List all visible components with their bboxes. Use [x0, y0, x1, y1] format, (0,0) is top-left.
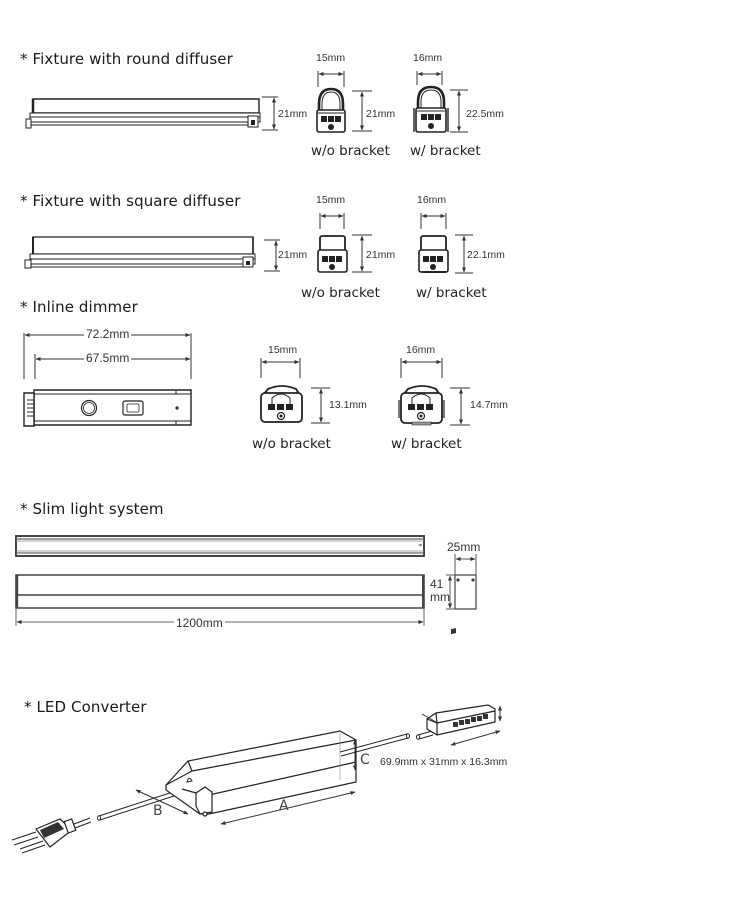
inline-dimmer-heading: * Inline dimmer	[20, 298, 138, 316]
dimmer-led-indicator	[175, 406, 179, 410]
round-wo-bracket-section	[317, 89, 345, 132]
round-w-bracket-section	[414, 87, 448, 132]
junction-box-dimensions-label: 69.9mm x 31mm x 16.3mm	[380, 756, 508, 768]
dimmer-wo-caption: w/o bracket	[252, 436, 331, 452]
square-wo-bracket-section	[318, 236, 347, 272]
round-w-height-label: 22.5mm	[466, 108, 504, 120]
slim-side-view	[16, 575, 424, 608]
dimmer-wo-height-label: 13.1mm	[329, 399, 367, 411]
slim-width-label: 25mm	[447, 540, 481, 554]
square-w-bracket-section	[419, 236, 448, 272]
slim-height-unit: mm	[430, 590, 450, 604]
slim-top-view	[16, 536, 424, 556]
dimmer-side-view	[24, 390, 191, 426]
dimmer-w-caption: w/ bracket	[391, 436, 462, 452]
converter-plug	[12, 818, 91, 853]
round-side-height-label: 21mm	[278, 108, 308, 120]
dimmer-body-length-label: 67.5mm	[84, 351, 132, 365]
round-wo-caption: w/o bracket	[311, 143, 390, 159]
round-w-caption: w/ bracket	[410, 143, 481, 159]
square-w-width-label: 16mm	[417, 194, 447, 206]
round-w-width-label: 16mm	[413, 52, 443, 64]
round-side-height-dimension	[262, 97, 278, 130]
square-side-height-label: 21mm	[278, 249, 308, 261]
dimmer-w-width-label: 16mm	[406, 344, 436, 356]
converter-label-a: A	[279, 798, 289, 814]
square-wo-height-label: 21mm	[366, 249, 396, 261]
dimmer-w-height-label: 14.7mm	[470, 399, 508, 411]
slim-height-value: 41	[430, 577, 444, 591]
round-wo-height-label: 21mm	[366, 108, 396, 120]
dimmer-overall-length-label: 72.2mm	[84, 327, 132, 341]
dimmer-w-bracket-section	[399, 386, 444, 425]
square-w-caption: w/ bracket	[416, 285, 487, 301]
slim-light-heading: * Slim light system	[20, 500, 164, 518]
dimmer-wo-width-label: 15mm	[268, 344, 298, 356]
converter-label-b: B	[153, 803, 163, 819]
dimmer-wo-bracket-section	[261, 386, 302, 422]
square-w-height-label: 22.1mm	[467, 249, 505, 261]
square-diffuser-heading: * Fixture with square diffuser	[20, 192, 241, 210]
led-converter-heading: * LED Converter	[24, 698, 147, 716]
slim-height-label: 41 mm	[430, 578, 450, 604]
slim-end-view	[455, 575, 476, 609]
converter-body	[166, 731, 356, 816]
square-wo-caption: w/o bracket	[301, 285, 380, 301]
converter-input-cable	[98, 791, 178, 820]
converter-label-c: C	[360, 752, 370, 768]
slim-length-label: 1200mm	[174, 616, 225, 630]
square-fixture-side-view	[25, 237, 255, 268]
square-wo-width-label: 15mm	[316, 194, 346, 206]
round-fixture-side-view	[26, 99, 260, 128]
round-diffuser-heading: * Fixture with round diffuser	[20, 50, 233, 68]
round-wo-width-label: 15mm	[316, 52, 346, 64]
